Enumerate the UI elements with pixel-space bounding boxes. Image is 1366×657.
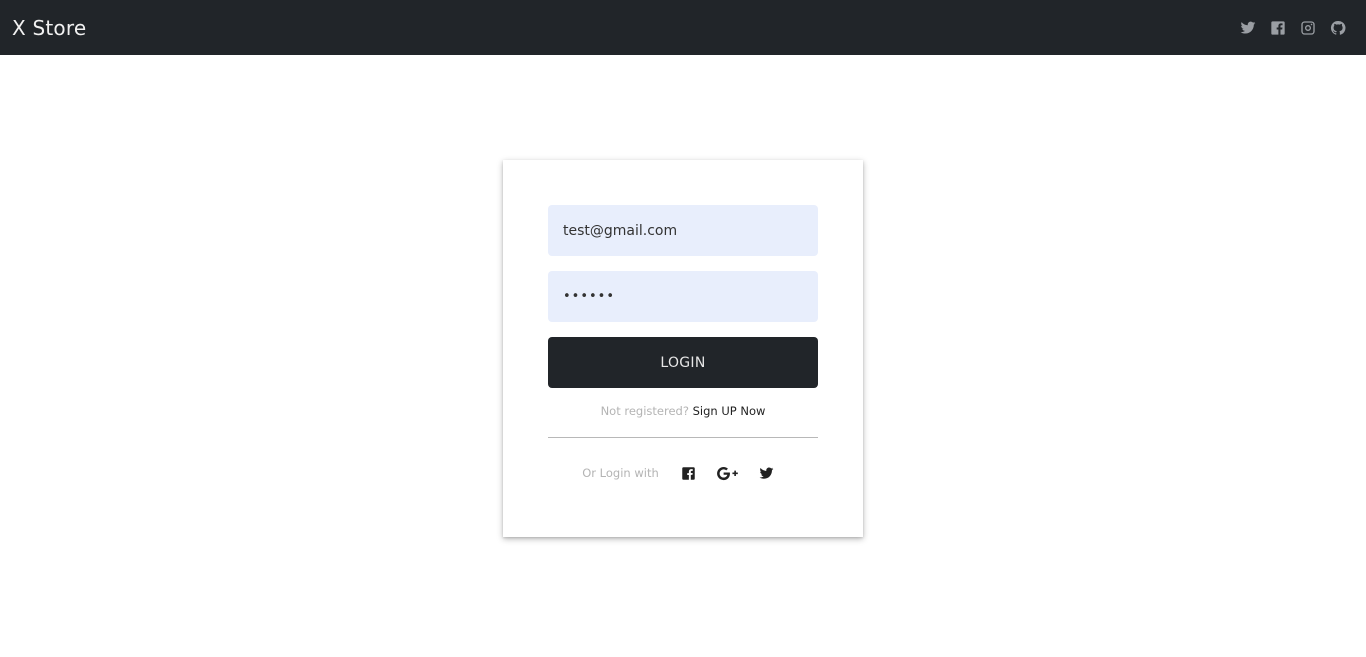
top-navbar: X Store — [0, 0, 1366, 55]
login-card: LOGIN Not registered? Sign UP Now Or Log… — [503, 160, 863, 537]
github-icon[interactable] — [1330, 20, 1346, 36]
google-plus-icon[interactable] — [716, 466, 739, 481]
social-links — [1240, 20, 1346, 36]
email-field[interactable] — [548, 205, 818, 256]
signup-link[interactable]: Sign UP Now — [693, 404, 766, 418]
social-login-row: Or Login with — [548, 463, 818, 483]
twitter-icon[interactable] — [759, 466, 774, 481]
divider — [548, 437, 818, 438]
brand-logo[interactable]: X Store — [12, 16, 86, 40]
password-field[interactable] — [548, 271, 818, 322]
instagram-icon[interactable] — [1300, 20, 1316, 36]
login-button[interactable]: LOGIN — [548, 337, 818, 388]
facebook-square-icon[interactable] — [681, 466, 696, 481]
register-prompt: Not registered? Sign UP Now — [548, 404, 818, 418]
or-login-with-label: Or Login with — [582, 466, 659, 480]
facebook-square-icon[interactable] — [1270, 20, 1286, 36]
twitter-icon[interactable] — [1240, 20, 1256, 36]
not-registered-text: Not registered? — [600, 404, 689, 418]
